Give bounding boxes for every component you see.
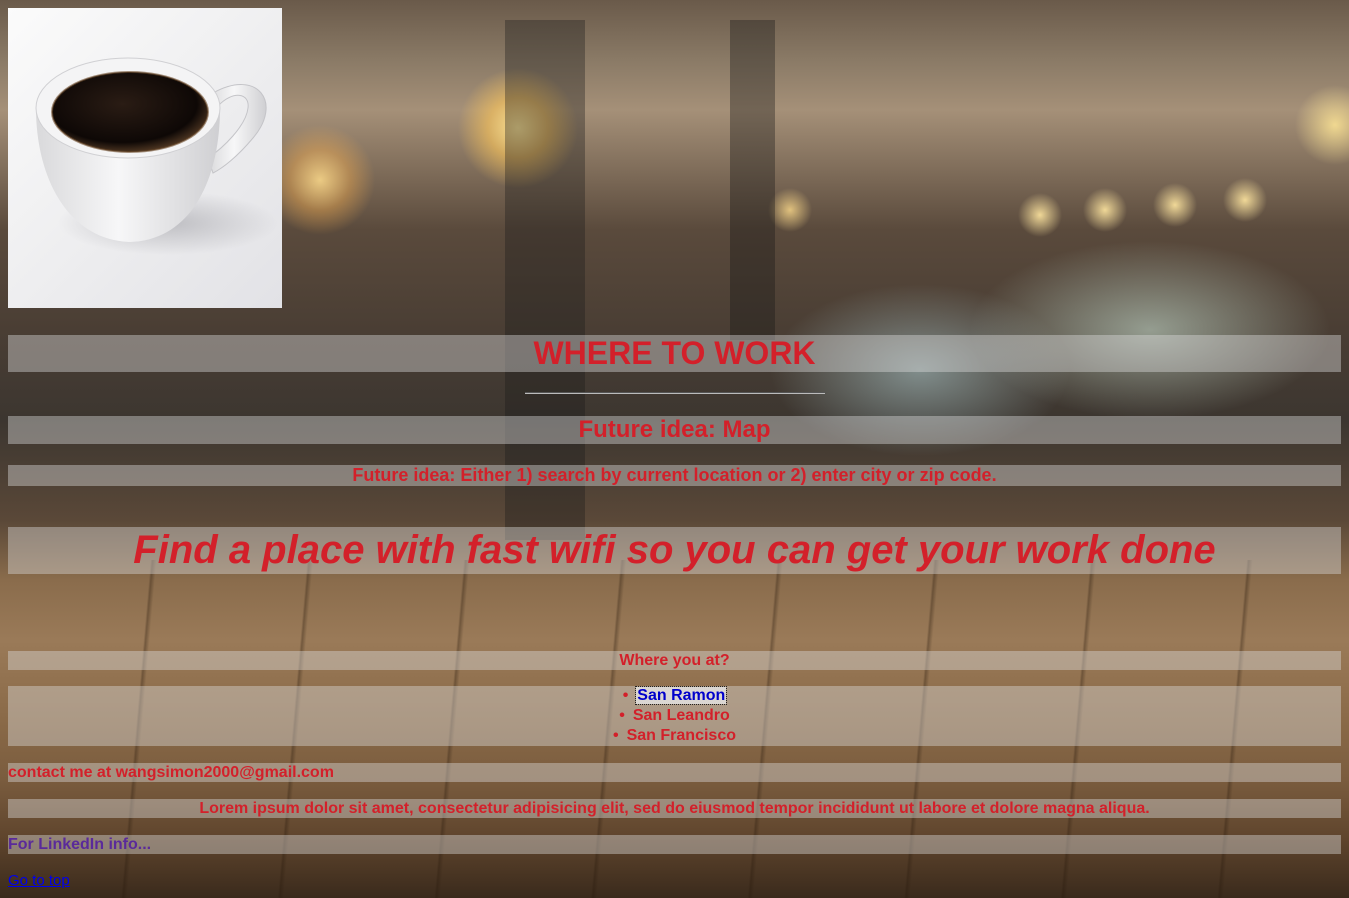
list-item: • San Francisco [8, 726, 1341, 746]
linkedin-link[interactable]: For LinkedIn info... [8, 835, 1341, 854]
map-heading: Future idea: Map [8, 416, 1341, 444]
tagline: Find a place with fast wifi so you can g… [8, 527, 1341, 574]
where-heading: Where you at? [8, 651, 1341, 670]
search-description: Future idea: Either 1) search by current… [8, 465, 1341, 486]
list-item: • San Ramon [8, 686, 1341, 706]
linkedin-label: For LinkedIn info... [8, 836, 152, 853]
list-item: • San Leandro [8, 706, 1341, 726]
city-list-container: • San Ramon • San Leandro • San Francisco [8, 686, 1341, 746]
background-beam [730, 20, 775, 340]
city-link-san-ramon[interactable]: San Ramon [635, 686, 728, 705]
bullet-icon: • [613, 727, 619, 744]
background-beam [505, 20, 585, 540]
lorem-text: Lorem ipsum dolor sit amet, consectetur … [8, 799, 1341, 818]
city-link-san-francisco[interactable]: San Francisco [627, 727, 736, 744]
contact-text: contact me at wangsimon2000@gmail.com [8, 763, 1341, 782]
go-to-top-link[interactable]: Go to top [8, 872, 70, 890]
bullet-icon: • [622, 687, 629, 704]
bullet-icon: • [619, 707, 625, 724]
city-list: • San Ramon • San Leandro • San Francisco [8, 686, 1341, 746]
coffee-cup-icon [8, 8, 282, 308]
page-title: WHERE TO WORK [8, 335, 1341, 372]
city-link-san-leandro[interactable]: San Leandro [633, 707, 730, 724]
divider [525, 392, 825, 394]
